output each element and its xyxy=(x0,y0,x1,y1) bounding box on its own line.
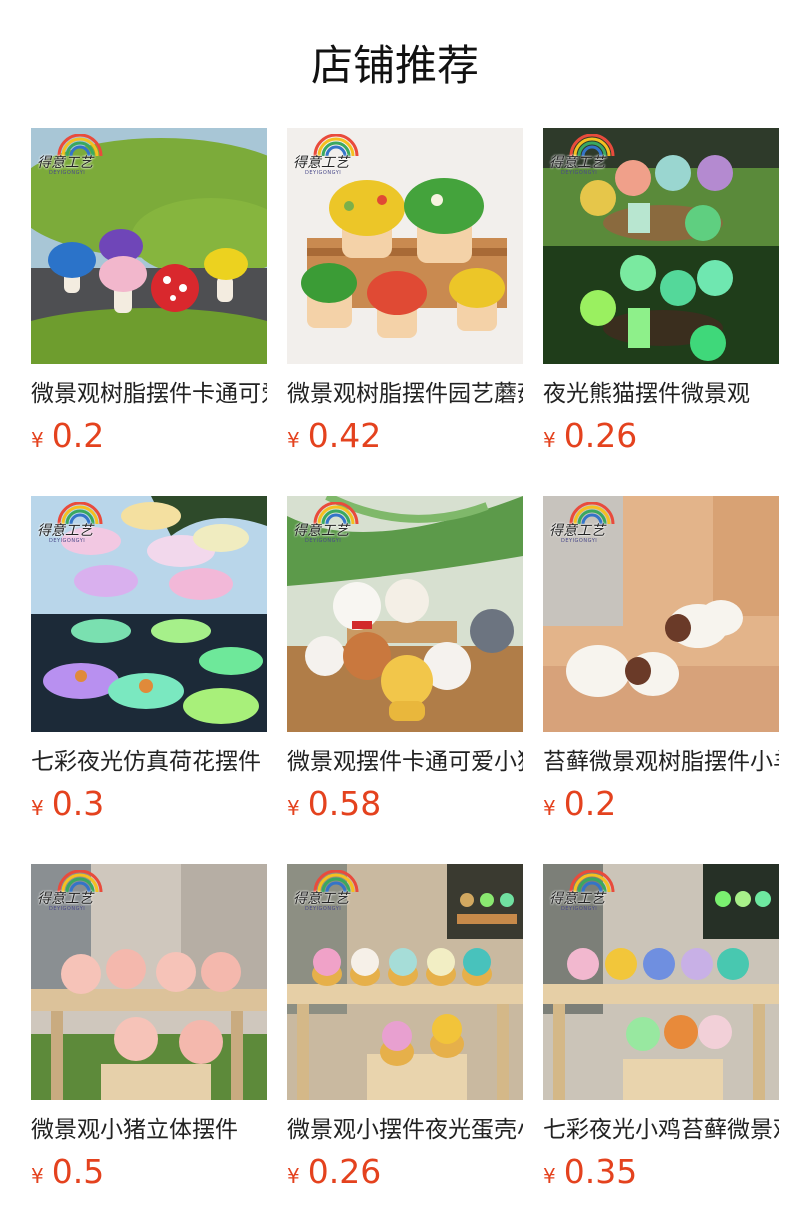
product-price: ¥0.58 xyxy=(287,784,381,830)
product-price: ¥0.3 xyxy=(31,784,104,830)
brand-logo: 得意工艺 DEYIGONGYI xyxy=(549,134,623,178)
product-name[interactable]: 微景观小摆件夜光蛋壳小鸡 xyxy=(287,1114,523,1146)
product-image[interactable]: 得意工艺 DEYIGONGYI xyxy=(287,128,523,364)
currency-symbol: ¥ xyxy=(31,428,44,452)
store-recommendations-page: 店铺推荐 得意工艺 DEYIGONGYI 微景观树脂摆件卡通可 ¥ 0.2 得意… xyxy=(0,0,790,1232)
product-card[interactable]: 得意工艺 DEYIGONGYI 苔藓微景观树脂摆件小羊 ¥0.2 xyxy=(543,496,779,836)
price-value: 0.42 xyxy=(307,416,382,455)
brand-logo: 得意工艺 DEYIGONGYI xyxy=(37,870,111,914)
currency-symbol: ¥ xyxy=(287,796,300,820)
currency-symbol: ¥ xyxy=(543,428,556,452)
product-card[interactable]: 得意工艺 DEYIGONGYI 夜光熊猫摆件微景观 ¥0.26 xyxy=(543,128,779,468)
brand-logo: 得意工艺 DEYIGONGYI xyxy=(293,134,367,178)
product-image[interactable]: 得意工艺 DEYIGONGYI xyxy=(31,864,267,1100)
product-name[interactable]: 七彩夜光仿真荷花摆件 xyxy=(31,746,267,778)
product-price: ¥0.42 xyxy=(287,416,381,462)
product-image[interactable]: 得意工艺 DEYIGONGYI xyxy=(287,496,523,732)
brand-logo: 得意工艺 DEYIGONGYI xyxy=(293,870,367,914)
price-value: 0.26 xyxy=(563,416,638,455)
price-value: 0.5 xyxy=(51,1152,105,1191)
product-name[interactable]: 七彩夜光小鸡苔藓微景观 xyxy=(543,1114,779,1146)
product-name[interactable]: 微景观树脂摆件卡通可爱小蘑菇 xyxy=(31,378,267,410)
product-card[interactable]: 得意工艺 DEYIGONGYI 微景观树脂摆件卡通可爱小蘑菇 ¥0.2 xyxy=(31,128,267,468)
price-value: 0.58 xyxy=(307,784,382,823)
product-name[interactable]: 苔藓微景观树脂摆件小羊 xyxy=(543,746,779,778)
brand-logo: 得意工艺 DEYIGONGYI xyxy=(549,502,623,546)
product-image[interactable]: 得意工艺 DEYIGONGYI xyxy=(31,128,267,364)
product-card[interactable]: 得意工艺 DEYIGONGYI 微景观树脂摆件园艺蘑菇房子 ¥0.42 xyxy=(287,128,523,468)
price-value: 0.3 xyxy=(51,784,105,823)
product-price: ¥0.2 xyxy=(543,784,616,830)
product-price: ¥0.26 xyxy=(543,416,637,462)
brand-logo: 得意工艺 DEYIGONGYI xyxy=(37,134,111,178)
product-image[interactable]: 得意工艺 DEYIGONGYI xyxy=(543,496,779,732)
product-card[interactable]: 得意工艺 DEYIGONGYI 七彩夜光仿真荷花摆件 ¥0.3 xyxy=(31,496,267,836)
product-card[interactable]: 得意工艺 DEYIGONGYI 七彩夜光小鸡苔藓微景观 ¥0.35 xyxy=(543,864,779,1204)
product-image[interactable]: 得意工艺 DEYIGONGYI xyxy=(287,864,523,1100)
product-name[interactable]: 微景观树脂摆件园艺蘑菇房子 xyxy=(287,378,523,410)
product-image[interactable]: 得意工艺 DEYIGONGYI xyxy=(543,864,779,1100)
brand-logo: 得意工艺 DEYIGONGYI xyxy=(549,870,623,914)
page-title: 店铺推荐 xyxy=(310,41,479,90)
currency-symbol: ¥ xyxy=(31,796,44,820)
product-price: ¥0.26 xyxy=(287,1152,381,1198)
price-value: 0.26 xyxy=(307,1152,382,1191)
currency-symbol: ¥ xyxy=(543,796,556,820)
currency-symbol: ¥ xyxy=(543,1164,556,1188)
product-card[interactable]: 得意工艺 DEYIGONGYI 微景观小猪立体摆件 ¥0.5 xyxy=(31,864,267,1204)
product-price: ¥0.2 xyxy=(31,416,104,462)
brand-logo: 得意工艺 DEYIGONGYI xyxy=(37,502,111,546)
currency-symbol: ¥ xyxy=(287,1164,300,1188)
currency-symbol: ¥ xyxy=(287,428,300,452)
price-value: 0.2 xyxy=(563,784,617,823)
price-value: 0.2 xyxy=(51,416,105,455)
product-name[interactable]: 微景观摆件卡通可爱小狗 xyxy=(287,746,523,778)
product-name[interactable]: 夜光熊猫摆件微景观 xyxy=(543,378,779,410)
product-image[interactable]: 得意工艺 DEYIGONGYI xyxy=(31,496,267,732)
product-card[interactable]: 得意工艺 DEYIGONGYI 微景观摆件卡通可爱小狗 ¥0.58 xyxy=(287,496,523,836)
product-price: ¥0.5 xyxy=(31,1152,104,1198)
product-name[interactable]: 微景观小猪立体摆件 xyxy=(31,1114,267,1146)
product-card[interactable]: 得意工艺 DEYIGONGYI 微景观小摆件夜光蛋壳小鸡 ¥0.26 xyxy=(287,864,523,1204)
product-price: ¥0.35 xyxy=(543,1152,637,1198)
price-value: 0.35 xyxy=(563,1152,638,1191)
brand-logo: 得意工艺 DEYIGONGYI xyxy=(293,502,367,546)
currency-symbol: ¥ xyxy=(31,1164,44,1188)
product-image[interactable]: 得意工艺 DEYIGONGYI xyxy=(543,128,779,364)
